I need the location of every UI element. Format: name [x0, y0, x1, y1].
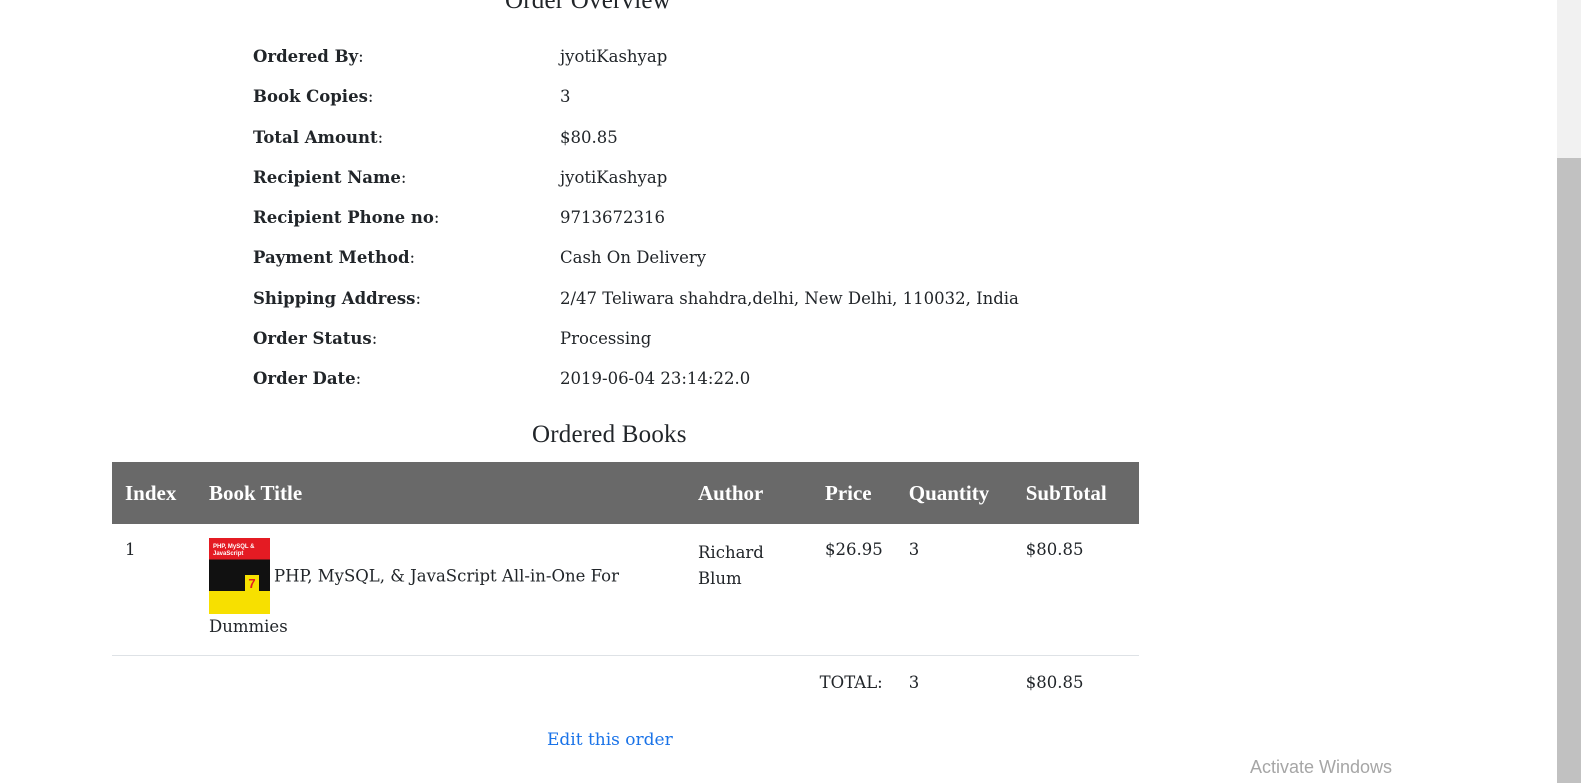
col-quantity: Quantity — [895, 462, 1013, 524]
detail-value: 9713672316 — [560, 208, 665, 227]
detail-colon: : — [355, 369, 362, 388]
detail-colon: : — [433, 208, 440, 227]
detail-value: $80.85 — [560, 127, 618, 147]
row-author: Richard Blum — [685, 524, 812, 656]
detail-colon: : — [400, 167, 407, 187]
ordered-books-table: Index Book Title Author Price Quantity S… — [112, 462, 1139, 715]
detail-label-wrap: Order Date: — [253, 369, 361, 388]
detail-label-wrap: Shipping Address: — [253, 289, 421, 308]
detail-label: Payment Method — [253, 248, 410, 268]
detail-label-wrap: Recipient Name: — [253, 168, 406, 187]
ordered-books-title: Ordered Books — [532, 421, 687, 448]
detail-value: 3 — [560, 87, 571, 107]
book-cover-image[interactable]: PHP, MySQL & JavaScript 7 — [209, 538, 270, 614]
scrollbar-thumb[interactable] — [1557, 158, 1581, 783]
detail-value: jyotiKashyap — [560, 47, 668, 66]
total-subtotal: $80.85 — [1025, 672, 1084, 692]
detail-colon: : — [409, 248, 416, 268]
edit-order-link[interactable]: Edit this order — [547, 730, 673, 750]
total-label: TOTAL: — [819, 672, 883, 692]
detail-colon: : — [377, 127, 384, 147]
detail-label: Book Copies — [253, 87, 368, 107]
detail-label: Total Amount — [253, 127, 378, 147]
detail-colon: : — [415, 288, 422, 308]
cover-badge: 7 — [245, 575, 259, 593]
detail-label: Ordered By — [253, 47, 359, 66]
activate-windows-watermark: Activate Windows — [1250, 757, 1393, 777]
detail-label-wrap: Ordered By: — [253, 47, 364, 66]
row-quantity: 3 — [895, 524, 1013, 656]
total-row: TOTAL: 3 $80.85 — [112, 655, 1139, 715]
table-row: 1 PHP, MySQL & JavaScript 7 PHP, MySQL, … — [112, 524, 1139, 656]
col-subtotal: SubTotal — [1012, 462, 1139, 524]
detail-label: Order Status — [253, 328, 372, 348]
detail-value: Processing — [560, 328, 652, 348]
col-index: Index — [112, 462, 196, 524]
col-author: Author — [685, 462, 812, 524]
detail-label-wrap: Book Copies: — [253, 87, 373, 106]
detail-colon: : — [358, 47, 364, 66]
detail-label-wrap: Payment Method: — [253, 248, 415, 267]
detail-label: Recipient Name — [253, 167, 401, 187]
row-subtotal: $80.85 — [1012, 524, 1139, 656]
detail-value: 2/47 Teliwara shahdra,delhi, New Delhi, … — [560, 288, 1019, 308]
detail-value: Cash On Delivery — [560, 248, 707, 268]
detail-value: 2019-06-04 23:14:22.0 — [560, 369, 751, 388]
row-index: 1 — [112, 524, 196, 656]
col-price: Price — [812, 462, 896, 524]
total-quantity: 3 — [908, 672, 920, 692]
col-book-title: Book Title — [196, 462, 685, 524]
detail-label: Recipient Phone no — [253, 208, 434, 227]
detail-colon: : — [367, 87, 374, 107]
table-header-row: Index Book Title Author Price Quantity S… — [112, 462, 1139, 524]
detail-colon: : — [371, 328, 378, 348]
detail-label: Shipping Address — [253, 288, 416, 308]
detail-label-wrap: Total Amount: — [253, 128, 383, 147]
cover-text: PHP, MySQL & JavaScript — [213, 544, 255, 557]
order-overview-title: Order Overview — [505, 0, 671, 14]
detail-label-wrap: Order Status: — [253, 329, 377, 348]
detail-value: jyotiKashyap — [560, 167, 668, 187]
row-price: $26.95 — [812, 524, 896, 656]
detail-label-wrap: Recipient Phone no: — [253, 208, 439, 227]
detail-label: Order Date — [253, 369, 356, 388]
row-book-title: PHP, MySQL & JavaScript 7 PHP, MySQL, & … — [196, 524, 685, 656]
book-title-text: PHP, MySQL, & JavaScript All-in-One For … — [209, 566, 619, 637]
